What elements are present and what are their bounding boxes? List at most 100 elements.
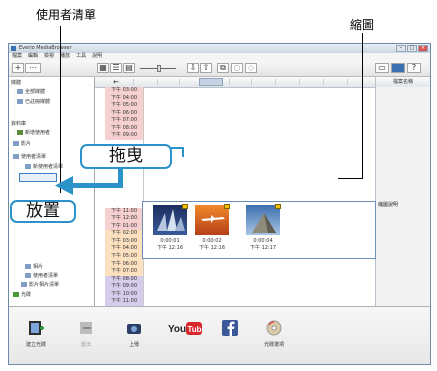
time-column: 下午 03:00 下午 04:00 下午 05:00 下午 06:00 下午 07:00…: [105, 87, 143, 306]
sidebar-item-label: 新使用者清單: [33, 164, 64, 170]
file-list-leader-line: [60, 26, 61, 193]
time-slot: 下午 05:00: [105, 102, 143, 110]
sidebar-item-new-user[interactable]: 新增使用者: [17, 129, 50, 137]
disc-options-label: 光碟選項: [263, 342, 284, 348]
drop-target-user-list[interactable]: [19, 173, 57, 182]
header-divider: [299, 79, 300, 85]
thumbnail-3-name: 0:00:04: [253, 238, 273, 244]
svg-text:You: You: [168, 324, 186, 335]
upload-label: 上傳: [128, 342, 139, 348]
facebook-button[interactable]: [215, 315, 245, 351]
time-slot: [105, 192, 143, 201]
sidebar-item-user-list[interactable]: 使用者清單: [13, 153, 46, 161]
drag-arrow-shaft: [72, 183, 123, 188]
tool-button-b[interactable]: ◇: [245, 63, 257, 73]
zoom-slider-handle[interactable]: [157, 65, 161, 72]
upload-button[interactable]: 上傳: [119, 315, 149, 351]
export-icon: [80, 322, 92, 334]
export-media-button[interactable]: 匯出: [71, 315, 101, 351]
sidebar-item-all-media[interactable]: 全部媒體: [17, 88, 45, 96]
view-calendar-button[interactable]: ▤: [123, 63, 135, 73]
export-button[interactable]: ⇧: [200, 63, 212, 73]
menu-view[interactable]: 檢視: [44, 53, 54, 60]
sidebar-item-registered[interactable]: 已註冊媒體: [17, 98, 50, 106]
back-button[interactable]: ←: [103, 78, 129, 86]
media-browser: ← 檔案名稱 下午 03:00 下午 04:00 下午 05:00 下午 06:00 下…: [95, 77, 430, 306]
sidebar-section-library: 資料庫: [11, 121, 27, 127]
tool-button-a[interactable]: ○: [231, 63, 243, 73]
help-button[interactable]: ?: [407, 63, 421, 73]
disc-icon: [13, 292, 19, 297]
list-icon: [21, 282, 27, 287]
add-button[interactable]: +: [12, 63, 24, 73]
create-disc-button[interactable]: 建立光碟: [21, 315, 51, 351]
header-tab-active[interactable]: [199, 78, 223, 86]
toolbar: + ⋯ ▦ ☰ ▤ ⇩ ⇧ ⧉ ○ ◇ ▭ ?: [9, 60, 430, 77]
thumbnail-3[interactable]: [246, 204, 281, 235]
header-divider: [157, 79, 158, 85]
minimize-button[interactable]: –: [396, 45, 406, 52]
selection-tag: [275, 204, 281, 209]
sidebar-item-video[interactable]: 影片: [13, 140, 31, 148]
header-divider: [179, 79, 180, 85]
drop-label: 放置: [26, 201, 60, 221]
thumbnail-image: [246, 205, 280, 235]
time-slot: 下午 09:00: [105, 283, 143, 291]
info-panel: 縮圖說明: [375, 87, 430, 306]
sidebar-item-label: 使用者清單: [33, 273, 59, 279]
list-icon: [25, 164, 31, 169]
svg-text:Tube: Tube: [188, 325, 204, 334]
selection-tag: [224, 204, 230, 209]
menu-file[interactable]: 檔案: [12, 53, 22, 60]
display-button[interactable]: [391, 63, 405, 73]
photo-icon: [25, 264, 31, 269]
video-icon: [13, 141, 19, 146]
sidebar-item-label: 全部媒體: [25, 89, 46, 95]
time-slot: 下午 07:00: [105, 117, 143, 125]
time-slot: 下午 07:00: [105, 268, 143, 276]
thumbnails-annotation: 縮圖: [350, 18, 375, 32]
sidebar: 媒體 全部媒體 已註冊媒體 資料庫 新增使用者 影片 使用者清單 新使用者清單 …: [9, 77, 95, 306]
title-bar: Everio MediaBrowser – □ ×: [9, 44, 430, 53]
youtube-button[interactable]: YouTube: [167, 315, 207, 351]
thumbnail-2[interactable]: [195, 204, 230, 235]
sort-button[interactable]: ▭: [375, 63, 389, 73]
import-button[interactable]: ⇩: [187, 63, 199, 73]
export-media-label: 匯出: [80, 342, 91, 348]
sidebar-item-label: 新增使用者: [25, 130, 51, 136]
sidebar-item-new-user-list[interactable]: 新使用者清單: [25, 163, 63, 171]
menu-edit[interactable]: 編輯: [28, 53, 38, 60]
bottom-toolbar: 建立光碟 匯出 上傳 YouTube 光碟選項: [9, 306, 430, 364]
sidebar-item-photo[interactable]: 相片: [25, 263, 43, 271]
sidebar-item-video-photo-list[interactable]: 影片相片清單: [21, 281, 59, 289]
sidebar-item-label: 光碟: [21, 292, 32, 298]
drag-bubble-pointer: [170, 147, 184, 157]
thumbnail-2-name: 0:00:02: [202, 238, 222, 244]
right-panel-header: 檔案名稱: [375, 77, 430, 87]
menu-help[interactable]: 說明: [92, 53, 102, 60]
header-divider: [251, 79, 252, 85]
sidebar-item-photo-user-list[interactable]: 使用者清單: [25, 272, 58, 280]
drag-label-bubble: 拖曳: [80, 144, 172, 169]
facebook-logo-icon: [222, 320, 238, 336]
header-divider: [229, 79, 230, 85]
sidebar-item-disc[interactable]: 光碟: [13, 291, 31, 299]
menu-tools[interactable]: 工具: [76, 53, 86, 60]
copy-button[interactable]: ⧉: [217, 63, 229, 73]
sidebar-item-label: 相片: [33, 264, 44, 270]
film-disc-icon: [29, 321, 44, 335]
maximize-button[interactable]: □: [407, 45, 417, 52]
menu-play[interactable]: 播放: [60, 53, 70, 60]
close-button[interactable]: ×: [418, 45, 428, 52]
disc-options-button[interactable]: 光碟選項: [259, 315, 289, 351]
drop-label-bubble: 放置: [10, 200, 76, 223]
time-slot: 下午 06:00: [105, 260, 143, 269]
media-icon: [17, 99, 23, 104]
options-button[interactable]: ⋯: [25, 63, 41, 73]
view-grid-button[interactable]: ▦: [97, 63, 109, 73]
sidebar-section-media: 媒體: [11, 80, 22, 86]
view-list-button[interactable]: ☰: [110, 63, 122, 73]
time-slot: 下午 05:00: [105, 253, 143, 261]
thumbnail-1[interactable]: [153, 204, 188, 235]
camera-icon: [127, 324, 141, 334]
